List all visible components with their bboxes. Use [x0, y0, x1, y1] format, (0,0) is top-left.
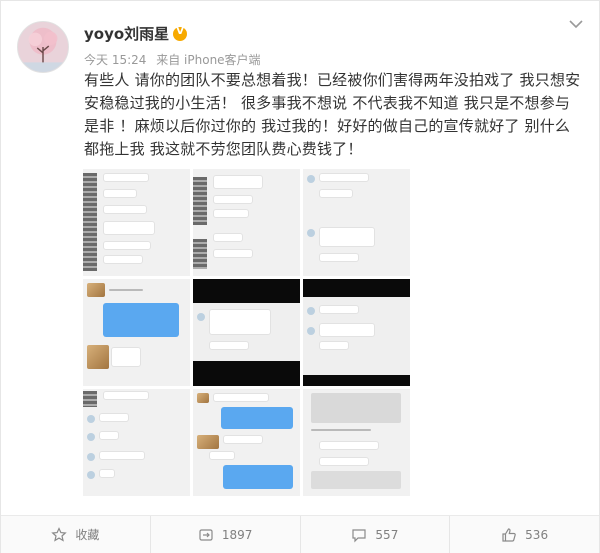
favorite-button[interactable]: 收藏 [1, 516, 151, 553]
username-text[interactable]: yoyo刘雨星 [84, 25, 169, 43]
avatar-tree-image [18, 22, 68, 72]
image-thumbnail[interactable] [83, 279, 190, 386]
post-meta: 今天 15:24 来自 iPhone客户端 [84, 51, 267, 68]
repost-icon [198, 527, 214, 543]
image-thumbnail[interactable] [83, 389, 190, 496]
image-thumbnail[interactable] [83, 169, 190, 276]
like-count: 536 [525, 527, 549, 542]
post-source: 来自 iPhone客户端 [156, 53, 261, 67]
star-icon [51, 526, 68, 543]
comment-button[interactable]: 557 [301, 516, 451, 553]
image-thumbnail[interactable] [193, 389, 300, 496]
vip-badge-icon [173, 26, 188, 41]
weibo-post-card: yoyo刘雨星 今天 15:24 来自 iPhone客户端 有些人 请你的团队不… [0, 0, 600, 553]
favorite-label: 收藏 [75, 528, 100, 542]
thumbs-up-icon [501, 527, 517, 543]
repost-count: 1897 [221, 527, 253, 542]
post-time[interactable]: 今天 15:24 [84, 53, 146, 67]
image-thumbnail[interactable] [193, 279, 300, 386]
image-thumbnail[interactable] [303, 169, 410, 276]
comment-count: 557 [375, 527, 399, 542]
image-thumbnail[interactable] [303, 279, 410, 386]
comment-icon [351, 527, 367, 543]
user-avatar[interactable] [17, 21, 69, 73]
post-text: 有些人 请你的团队不要总想着我！已经被你们害得两年没拍戏了 我只想安安稳稳过我的… [84, 71, 581, 158]
image-thumbnail[interactable] [303, 389, 410, 496]
image-grid [83, 169, 410, 499]
action-bar: 收藏 1897 557 536 [1, 515, 599, 553]
chevron-down-icon[interactable] [567, 17, 585, 31]
image-thumbnail[interactable] [193, 169, 300, 276]
username[interactable]: yoyo刘雨星 [84, 23, 188, 44]
repost-button[interactable]: 1897 [151, 516, 301, 553]
like-button[interactable]: 536 [450, 516, 599, 553]
